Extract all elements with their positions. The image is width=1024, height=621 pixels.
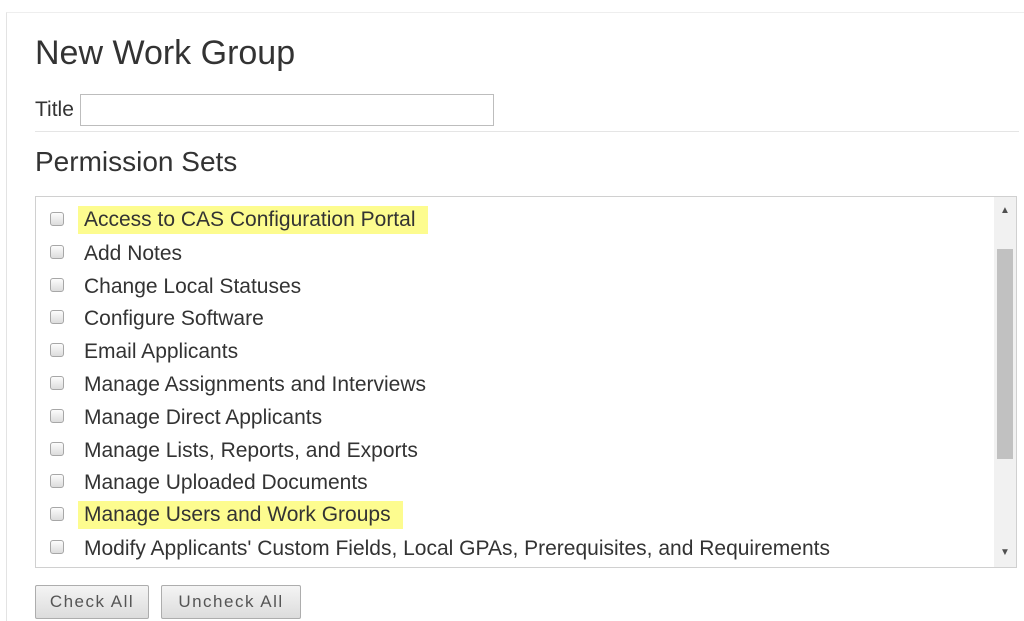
permission-label[interactable]: Email Applicants [84,339,244,365]
permission-checkbox[interactable] [50,375,64,390]
permission-checkbox[interactable] [50,408,64,423]
permission-checkbox[interactable] [50,343,64,358]
scroll-down-arrow-icon[interactable]: ▼ [994,545,1016,561]
permission-item[interactable]: Email Applicants [36,336,992,369]
title-input[interactable] [79,94,494,126]
permission-item[interactable]: Manage Users and Work Groups [36,500,992,533]
permission-label[interactable]: Manage Assignments and Interviews [84,372,432,398]
permission-sets-list[interactable]: Access to CAS Configuration Portal Add No… [35,196,1017,568]
permission-checkbox[interactable] [50,474,64,489]
permission-item[interactable]: Manage Assignments and Interviews [36,369,992,402]
permission-item[interactable]: Add Notes [36,238,992,271]
divider [35,131,1019,132]
permission-label[interactable]: Modify Applicants' Custom Fields, Local … [84,536,836,562]
page-title: New Work Group [35,34,296,72]
permission-item[interactable]: Manage Lists, Reports, and Exports [36,435,992,468]
permission-sets-heading: Permission Sets [35,146,238,177]
permission-items: Access to CAS Configuration Portal Add No… [36,205,992,566]
title-label: Title [35,98,74,121]
permission-label[interactable]: Manage Users and Work Groups [78,501,403,530]
check-all-button[interactable]: Check All [35,585,149,619]
permission-item[interactable]: Manage Direct Applicants [36,402,992,435]
permission-label[interactable]: Manage Uploaded Documents [84,470,374,496]
uncheck-all-button[interactable]: Uncheck All [161,585,301,619]
permission-item[interactable]: Configure Software [36,303,992,336]
permission-checkbox[interactable] [50,277,64,292]
permission-label[interactable]: Access to CAS Configuration Portal [78,206,428,234]
permission-checkbox[interactable] [50,244,64,259]
scroll-up-arrow-icon[interactable]: ▲ [994,203,1016,219]
permission-item[interactable]: Manage Uploaded Documents [36,467,992,500]
permission-checkbox[interactable] [50,310,64,325]
permission-checkbox[interactable] [50,441,64,456]
permission-item[interactable]: Access to CAS Configuration Portal [36,205,992,238]
permission-label[interactable]: Configure Software [84,306,270,332]
scroll-thumb[interactable] [997,249,1013,459]
permission-item[interactable]: Change Local Statuses [36,271,992,304]
button-row: Check All Uncheck All [35,585,301,619]
permission-label[interactable]: Change Local Statuses [84,274,307,300]
permission-checkbox[interactable] [50,539,64,554]
permission-checkbox[interactable] [50,507,64,522]
permission-label[interactable]: Manage Lists, Reports, and Exports [84,438,424,464]
form-frame: New Work Group Title Permission Sets Acc… [6,12,1024,621]
permission-label[interactable]: Add Notes [84,241,188,267]
list-scrollbar[interactable]: ▲ ▼ [994,197,1016,567]
title-row: Title [35,93,494,127]
permission-checkbox[interactable] [50,212,64,226]
permission-label[interactable]: Manage Direct Applicants [84,405,328,431]
permission-item[interactable]: Modify Applicants' Custom Fields, Local … [36,533,992,566]
